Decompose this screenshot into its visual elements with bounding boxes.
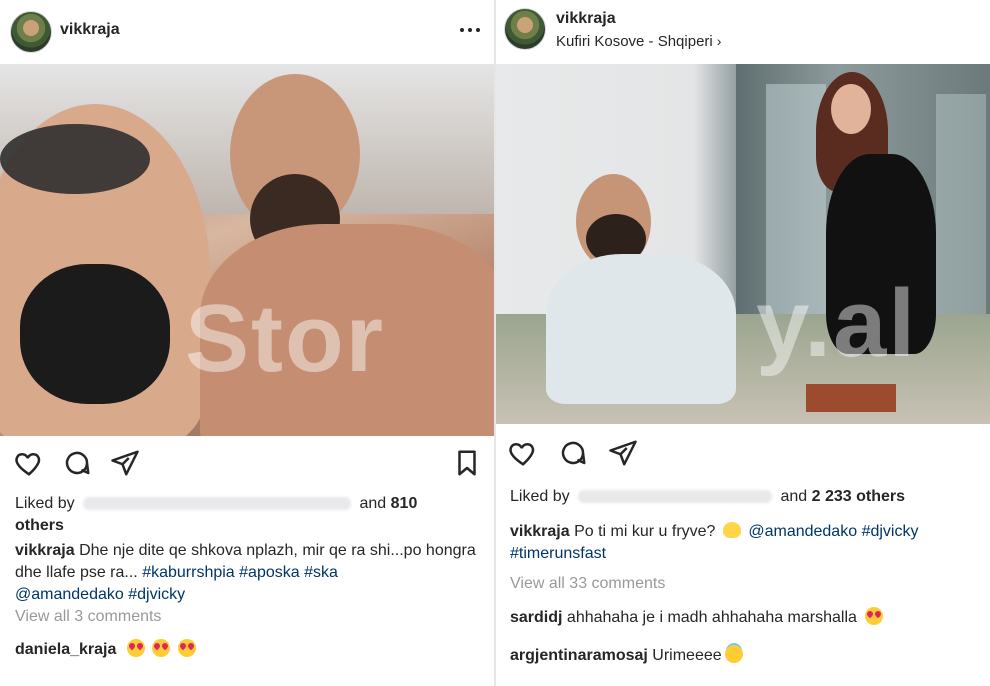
smiling-halo-emoji-icon bbox=[724, 645, 743, 663]
location-label: Kufiri Kosove - Shqiperi bbox=[556, 33, 713, 50]
share-paper-plane-icon[interactable] bbox=[608, 438, 640, 470]
avatar[interactable] bbox=[10, 11, 52, 53]
avatar[interactable] bbox=[504, 8, 546, 50]
heart-eyes-emoji-icon bbox=[177, 639, 196, 657]
heart-eyes-emoji-icon bbox=[152, 639, 171, 657]
like-heart-icon[interactable] bbox=[14, 448, 46, 480]
liked-and-label: and bbox=[359, 495, 387, 512]
username[interactable]: vikkraja bbox=[556, 10, 616, 28]
photo-swimsuit bbox=[20, 264, 170, 404]
view-all-comments-link[interactable]: View all 33 comments bbox=[510, 573, 665, 595]
photo-watermark: y.al bbox=[756, 270, 917, 377]
caption-author[interactable]: vikkraja bbox=[510, 523, 570, 540]
caption-author[interactable]: vikkraja bbox=[15, 542, 75, 559]
more-options-icon[interactable] bbox=[460, 28, 482, 34]
photo-sunglasses bbox=[0, 124, 150, 194]
liked-others-label[interactable]: others bbox=[856, 488, 905, 505]
liked-count[interactable]: 2 233 bbox=[812, 488, 852, 505]
bookmark-icon[interactable] bbox=[452, 448, 484, 480]
photo-figure-man-body bbox=[546, 254, 736, 404]
liked-others-label[interactable]: others bbox=[15, 517, 64, 534]
post-actions bbox=[0, 448, 494, 482]
chevron-right-icon: › bbox=[716, 33, 722, 49]
blurred-usernames bbox=[83, 497, 352, 511]
view-all-comments-link[interactable]: View all 3 comments bbox=[15, 606, 161, 628]
post-photo[interactable]: y.al bbox=[496, 64, 990, 424]
liked-by-label: Liked by bbox=[510, 488, 570, 505]
comment-bubble-icon[interactable] bbox=[62, 448, 94, 480]
mention-link[interactable]: @amandedako bbox=[748, 523, 857, 540]
liked-by-label: Liked by bbox=[15, 495, 75, 512]
heart-eyes-emoji-icon bbox=[865, 607, 884, 625]
comment-user[interactable]: sardidj bbox=[510, 609, 562, 626]
mention-link[interactable]: @amandedako bbox=[15, 586, 124, 603]
comment-bubble-icon[interactable] bbox=[558, 438, 590, 470]
heart-eyes-emoji-icon bbox=[126, 639, 145, 657]
hashtag-link[interactable]: #aposka bbox=[239, 564, 300, 581]
comment-text: Urimeeee bbox=[652, 647, 722, 664]
comment-text: ahhahaha je i madh ahhahaha marshalla bbox=[566, 609, 857, 626]
share-paper-plane-icon[interactable] bbox=[110, 448, 142, 480]
right-post: vikkraja Kufiri Kosove - Shqiperi › y.al … bbox=[496, 0, 990, 686]
hashtag-link[interactable]: #djvicky bbox=[128, 586, 185, 603]
username[interactable]: vikkraja bbox=[60, 21, 120, 39]
hashtag-link[interactable]: #ska bbox=[304, 564, 338, 581]
comment-user[interactable]: argjentinaramosaj bbox=[510, 647, 648, 664]
caption: vikkraja Dhe nje dite qe shkova nplazh, … bbox=[15, 540, 485, 606]
hashtag-link[interactable]: #kaburrshpia bbox=[142, 564, 235, 581]
post-header: vikkraja bbox=[0, 0, 494, 62]
like-heart-icon[interactable] bbox=[508, 438, 540, 470]
hashtag-link[interactable]: #timerunsfast bbox=[510, 545, 606, 562]
photo-figure-woman-head bbox=[831, 84, 871, 134]
photo-bench bbox=[806, 384, 896, 412]
comment-user[interactable]: daniela_kraja bbox=[15, 641, 116, 658]
post-actions bbox=[496, 438, 990, 472]
hatching-chick-emoji-icon bbox=[722, 522, 741, 538]
caption: vikkraja Po ti mi kur u fryve? @amandeda… bbox=[510, 521, 986, 565]
post-photo[interactable]: Stor bbox=[0, 64, 494, 436]
likes-line: Liked by and 2 233 others bbox=[510, 486, 986, 508]
liked-and-label: and bbox=[780, 488, 808, 505]
photo-watermark: Stor bbox=[185, 285, 385, 392]
comment-row: daniela_kraja bbox=[15, 639, 199, 661]
location-link[interactable]: Kufiri Kosove - Shqiperi › bbox=[556, 33, 721, 50]
likes-line: Liked by and 810 others bbox=[15, 493, 485, 537]
liked-count[interactable]: 810 bbox=[391, 495, 418, 512]
hashtag-link[interactable]: #djvicky bbox=[862, 523, 919, 540]
comment-row: sardidj ahhahaha je i madh ahhahaha mars… bbox=[510, 607, 886, 629]
blurred-usernames bbox=[578, 490, 773, 504]
left-post: vikkraja Stor Liked by and 810 others vi… bbox=[0, 0, 494, 686]
caption-text: Po ti mi kur u fryve? bbox=[574, 523, 716, 540]
comment-row: argjentinaramosaj Urimeeee bbox=[510, 645, 743, 667]
post-header: vikkraja Kufiri Kosove - Shqiperi › bbox=[496, 0, 990, 62]
